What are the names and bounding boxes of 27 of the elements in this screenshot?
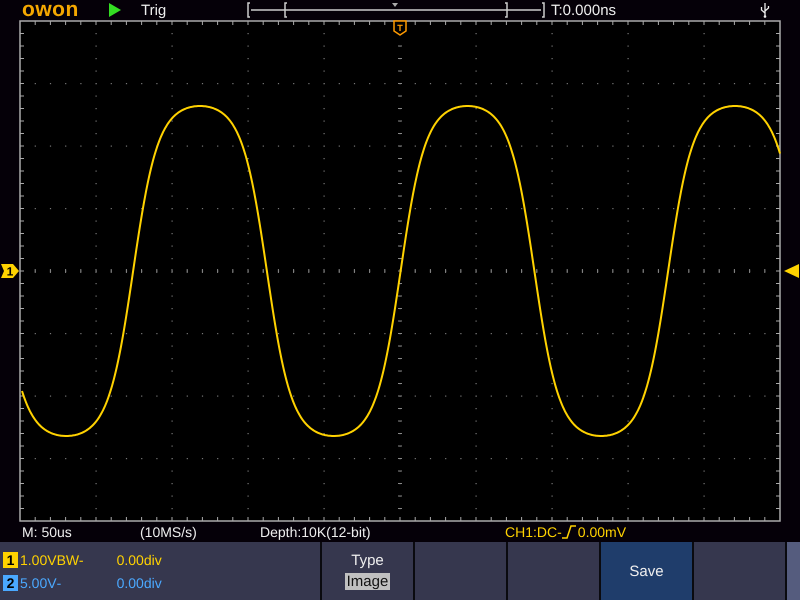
channel-offset: 0.00div bbox=[116, 574, 162, 590]
timebase: M: 50us bbox=[22, 524, 73, 540]
menu-softkey[interactable] bbox=[506, 542, 599, 600]
memory-depth: Depth:10K(12-bit) bbox=[260, 524, 372, 540]
channel-offset: 0.00div bbox=[116, 552, 162, 568]
menu-softkey[interactable]: Type Image bbox=[320, 542, 413, 600]
menu-softkey[interactable] bbox=[692, 542, 785, 600]
usb-icon bbox=[760, 2, 770, 18]
time-offset: T:0.000ns bbox=[551, 2, 618, 18]
channel-scale: 1.00V bbox=[20, 552, 57, 568]
channel-scale: 5.00V bbox=[20, 574, 57, 590]
play-icon bbox=[108, 2, 122, 18]
sample-rate: (10MS/s) bbox=[140, 524, 198, 540]
channel-coupling: - bbox=[56, 574, 62, 590]
rising-edge-icon bbox=[562, 524, 576, 540]
trigger-level-marker bbox=[784, 264, 799, 278]
channel-number[interactable]: 1 bbox=[3, 552, 18, 568]
trigger-source: CH1:DC- bbox=[505, 524, 562, 540]
trigger-time-marker: T bbox=[393, 20, 407, 36]
trigger-level: 0.00mV bbox=[578, 524, 626, 540]
menu-softkey[interactable] bbox=[413, 542, 506, 600]
channel-number[interactable]: 2 bbox=[3, 574, 18, 590]
trigger-status: Trig bbox=[141, 2, 168, 18]
logo: owon bbox=[22, 0, 80, 20]
channel-coupling: BW- bbox=[56, 552, 85, 568]
channel-marker: 1 bbox=[1, 264, 19, 278]
menu-softkey[interactable]: Save bbox=[599, 542, 692, 600]
